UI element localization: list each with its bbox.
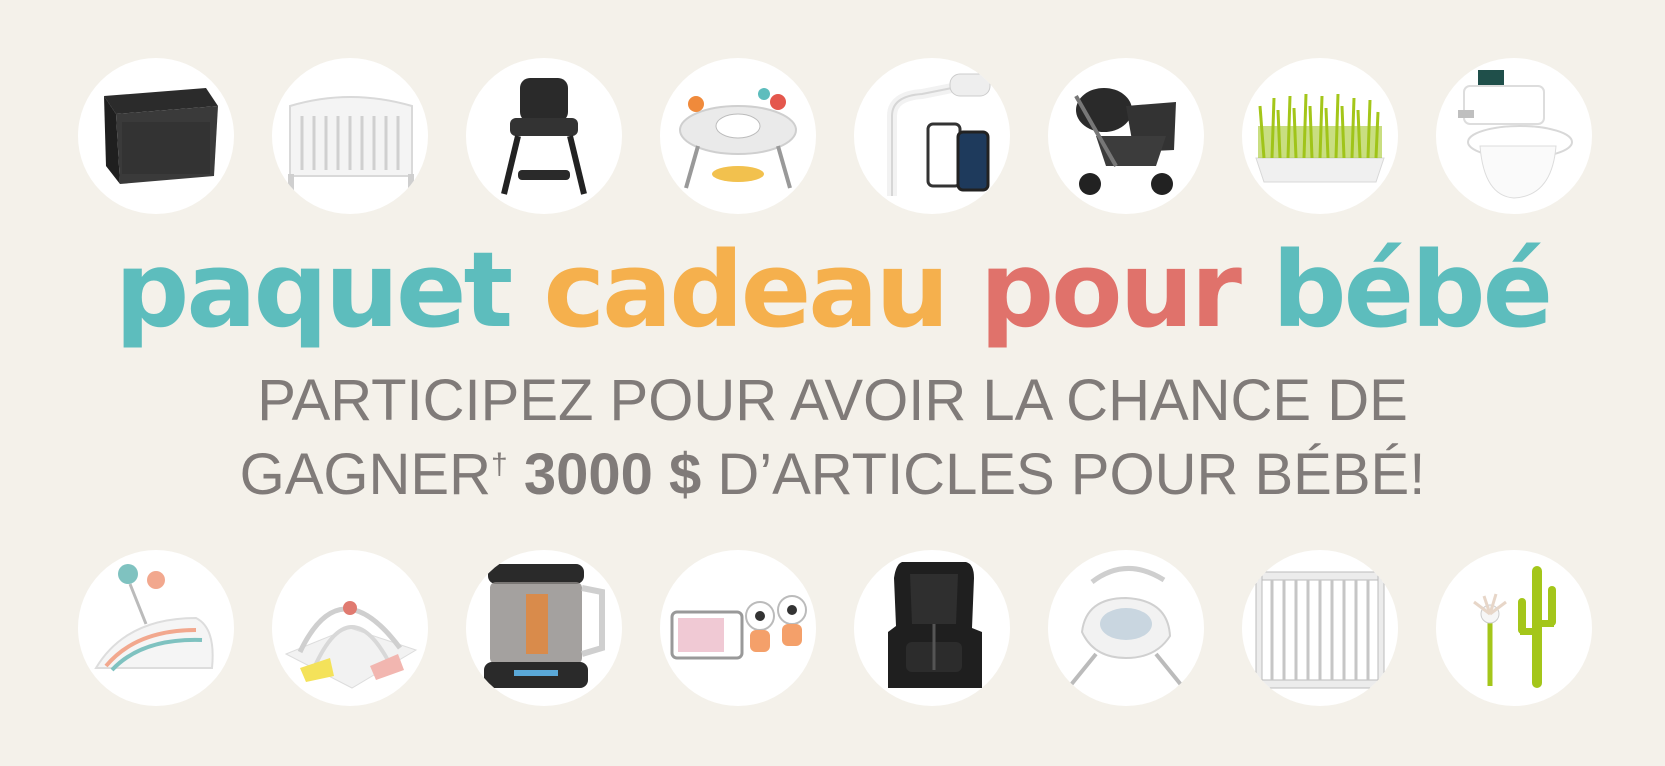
headline-word-bebe: bébé	[1272, 229, 1553, 351]
crib-icon	[288, 96, 414, 194]
product-row-bottom	[78, 550, 1592, 706]
product-bouncer[interactable]	[78, 550, 234, 706]
product-potty[interactable]	[1436, 58, 1592, 214]
product-high-chair[interactable]	[466, 58, 622, 214]
product-row-top	[78, 58, 1592, 214]
product-safety-gate[interactable]	[1242, 550, 1398, 706]
grass-drying-rack-icon	[1255, 93, 1385, 183]
activity-center-icon	[679, 88, 797, 189]
subline-1: PARTICIPEZ POUR AVOIR LA CHANCE DE	[257, 368, 1408, 433]
subline-articles: D’ARTICLES POUR BÉBÉ!	[717, 442, 1426, 507]
product-playard[interactable]	[78, 58, 234, 214]
product-bottle-accessories[interactable]	[1436, 550, 1592, 706]
product-video-monitor[interactable]	[660, 550, 816, 706]
potty-training-toilet-icon	[1458, 70, 1573, 199]
playard-icon	[104, 88, 218, 184]
subline-2: GAGNER† 3000 $ D’ARTICLES POUR BÉBÉ!	[0, 446, 1665, 504]
baby-swing-icon	[1068, 566, 1184, 688]
product-crib[interactable]	[272, 58, 428, 214]
product-smart-monitor[interactable]	[854, 58, 1010, 214]
baby-food-maker-icon	[484, 564, 605, 688]
car-seat-icon	[888, 562, 982, 688]
headline: paquet cadeau pour bébé	[0, 238, 1665, 342]
product-swing[interactable]	[1048, 550, 1204, 706]
baby-bouncer-icon	[94, 564, 214, 672]
subline-gagner: GAGNER	[239, 442, 491, 507]
product-double-stroller[interactable]	[1048, 58, 1204, 214]
video-monitor-set-icon	[670, 595, 807, 660]
smart-baby-monitor-icon	[887, 73, 991, 196]
headline-word-paquet: paquet	[114, 229, 513, 351]
play-gym-mat-icon	[284, 601, 418, 689]
prize-amount: 3000 $	[523, 442, 702, 507]
high-chair-icon	[501, 78, 587, 195]
product-car-seat[interactable]	[854, 550, 1010, 706]
dagger-mark: †	[491, 448, 508, 481]
product-drying-rack[interactable]	[1242, 58, 1398, 214]
double-stroller-icon	[1074, 88, 1176, 195]
product-play-gym[interactable]	[272, 550, 428, 706]
headline-word-pour: pour	[979, 229, 1242, 351]
bottle-rack-accessories-icon	[1473, 566, 1556, 688]
headline-word-cadeau: cadeau	[543, 229, 949, 351]
product-food-maker[interactable]	[466, 550, 622, 706]
product-activity-center[interactable]	[660, 58, 816, 214]
safety-gate-icon	[1255, 571, 1385, 689]
